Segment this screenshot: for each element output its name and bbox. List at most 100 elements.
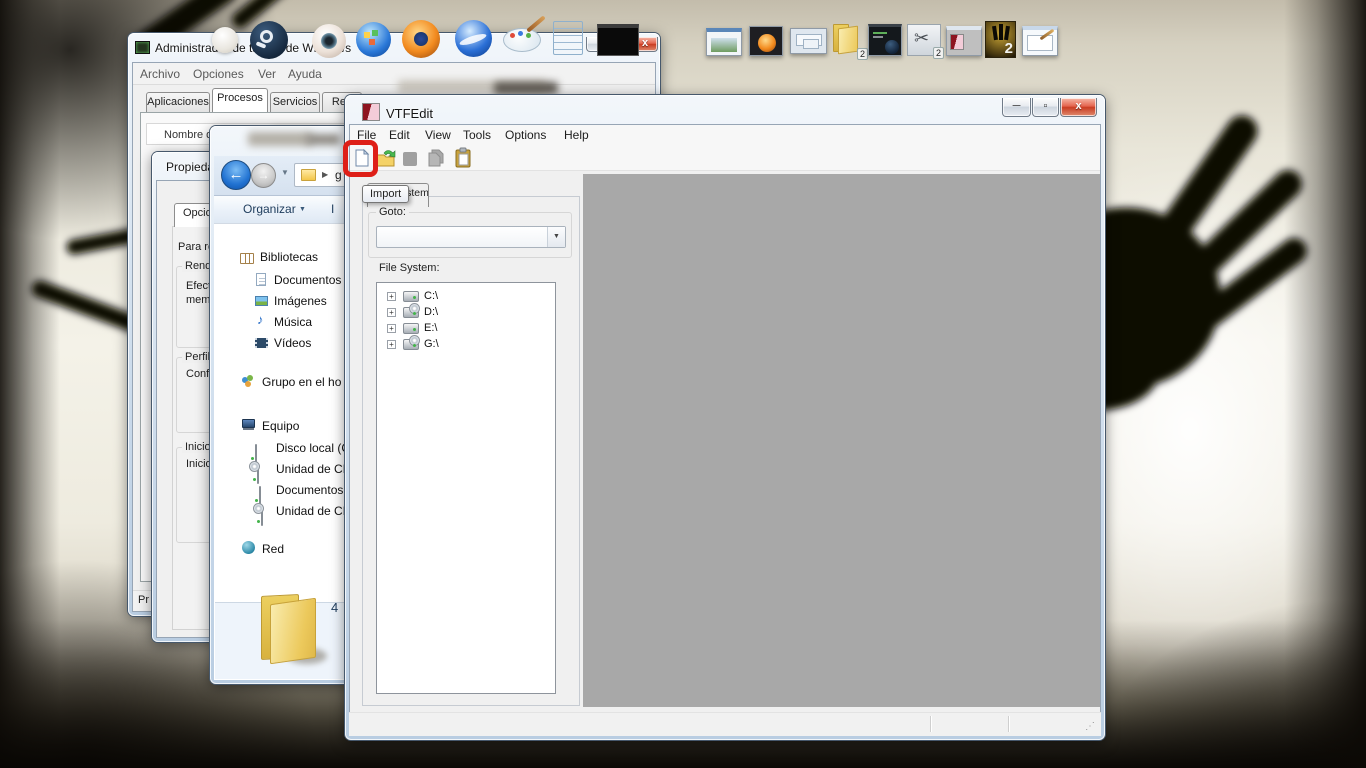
copy-button-disabled bbox=[428, 149, 444, 167]
sidebar-item-imagenes[interactable]: Imágenes bbox=[274, 294, 327, 308]
steam-console-thumb[interactable] bbox=[868, 24, 902, 56]
include-menu-button[interactable]: I bbox=[331, 202, 334, 216]
drive-label[interactable]: G:\ bbox=[424, 338, 439, 350]
eye-icon[interactable] bbox=[312, 24, 346, 58]
taskmgr-tab-aplicaciones[interactable]: Aplicaciones bbox=[146, 92, 210, 112]
tree-row-d[interactable]: + D:\ bbox=[377, 303, 555, 320]
vtfedit-maximize-button[interactable]: ▫ bbox=[1032, 98, 1059, 117]
statusbar-separator bbox=[1008, 716, 1009, 732]
sidebar-item-red[interactable]: Red bbox=[262, 542, 284, 556]
expand-icon[interactable]: + bbox=[387, 324, 396, 333]
save-button-disabled bbox=[403, 152, 417, 166]
network-icon bbox=[242, 541, 255, 554]
taskmgr-tab-servicios[interactable]: Servicios bbox=[270, 92, 320, 112]
media-globe-icon[interactable] bbox=[356, 22, 391, 57]
sidebar-item-equipo[interactable]: Equipo bbox=[262, 419, 299, 433]
include-label: I bbox=[331, 202, 335, 216]
vtfedit-menu-options[interactable]: Options bbox=[505, 128, 546, 142]
installer-window-thumb[interactable] bbox=[790, 28, 827, 54]
sidebar-item-musica[interactable]: Música bbox=[274, 315, 312, 329]
resize-grip[interactable]: ⋰ bbox=[1085, 721, 1095, 732]
cd-drive-icon bbox=[261, 507, 263, 526]
drive-label[interactable]: C:\ bbox=[424, 290, 438, 302]
censored-text-blur bbox=[494, 82, 558, 94]
statusbar-separator bbox=[930, 716, 931, 732]
nav-dropdown-chevron-icon[interactable]: ▼ bbox=[281, 168, 289, 177]
expand-icon[interactable]: + bbox=[387, 292, 396, 301]
expand-icon[interactable]: + bbox=[387, 308, 396, 317]
hdd-drive-icon bbox=[403, 291, 419, 302]
vtfedit-menu-edit[interactable]: Edit bbox=[389, 128, 410, 142]
tree-row-g[interactable]: + G:\ bbox=[377, 335, 555, 352]
organize-label: Organizar bbox=[243, 202, 296, 216]
minimize-icon: ─ bbox=[1012, 100, 1021, 112]
videos-icon bbox=[255, 338, 268, 348]
sidebar-item-grupo-hogar[interactable]: Grupo en el ho bbox=[262, 375, 341, 389]
vtfedit-window-thumb[interactable] bbox=[946, 26, 982, 56]
combobox-dropdown-button[interactable]: ▼ bbox=[547, 227, 565, 247]
goto-combobox[interactable]: ▼ bbox=[376, 226, 566, 248]
sidebar-item-documentos-disk[interactable]: Documentos bbox=[276, 483, 343, 497]
sidebar-item-unidad-cd-2[interactable]: Unidad de CD bbox=[276, 504, 351, 518]
vtfedit-app-icon bbox=[362, 103, 380, 121]
steam-icon[interactable] bbox=[250, 21, 288, 59]
organize-chevron-icon: ▼ bbox=[299, 206, 306, 213]
import-tooltip: Import bbox=[362, 185, 410, 203]
drive-label[interactable]: D:\ bbox=[424, 306, 438, 318]
sidebar-item-documentos[interactable]: Documentos bbox=[274, 273, 341, 287]
organize-menu-button[interactable]: Organizar ▼ bbox=[243, 202, 306, 216]
cd-drive-icon bbox=[257, 465, 259, 484]
vtfedit-menu-tools[interactable]: Tools bbox=[463, 128, 491, 142]
forward-button[interactable]: → bbox=[251, 163, 276, 188]
paint-window-thumb[interactable] bbox=[1022, 26, 1058, 56]
firefox-icon[interactable] bbox=[402, 20, 440, 58]
white-orb-icon[interactable] bbox=[212, 27, 238, 53]
paste-button[interactable] bbox=[453, 147, 473, 169]
taskmgr-status-text: Pr bbox=[138, 594, 149, 606]
close-icon: x bbox=[1075, 100, 1082, 112]
drive-label[interactable]: E:\ bbox=[424, 322, 437, 334]
left4dead2-icon[interactable]: 2 bbox=[985, 21, 1016, 58]
desktop-window-thumb[interactable] bbox=[706, 28, 742, 56]
sidebar-item-bibliotecas[interactable]: Bibliotecas bbox=[260, 250, 318, 264]
folder-dock-icon[interactable]: 2 bbox=[830, 22, 868, 60]
folder-preview-icon bbox=[253, 592, 329, 668]
firefox-window-thumb[interactable] bbox=[749, 26, 783, 56]
vtfedit-minimize-button[interactable]: ─ bbox=[1002, 98, 1031, 117]
paint-palette-icon[interactable] bbox=[503, 15, 546, 54]
back-button[interactable]: ← bbox=[221, 160, 251, 190]
snipping-tool-icon[interactable]: ✂ 2 bbox=[907, 24, 944, 59]
vtfedit-menu-view[interactable]: View bbox=[425, 128, 451, 142]
cd-drive-icon bbox=[403, 303, 420, 318]
command-prompt-icon[interactable] bbox=[597, 24, 639, 56]
l4d2-number: 2 bbox=[1004, 40, 1013, 57]
sidebar-item-unidad-cd[interactable]: Unidad de CD bbox=[276, 462, 351, 476]
filesystem-label: File System: bbox=[376, 262, 443, 274]
vtfedit-close-button[interactable]: x bbox=[1060, 98, 1097, 117]
filesystem-tree[interactable]: + C:\ + D:\ + E:\ + G:\ bbox=[376, 282, 556, 694]
hdd-drive-icon bbox=[403, 323, 419, 334]
goto-label: Goto: bbox=[376, 206, 409, 218]
expand-icon[interactable]: + bbox=[387, 340, 396, 349]
sidebar-item-disco-local[interactable]: Disco local (C bbox=[276, 441, 350, 455]
taskmgr-tab-procesos[interactable]: Procesos bbox=[212, 88, 268, 112]
google-earth-icon[interactable] bbox=[455, 20, 492, 57]
tree-row-e[interactable]: + E:\ bbox=[377, 321, 555, 336]
tree-row-c[interactable]: + C:\ bbox=[377, 289, 555, 304]
forward-arrow-icon: → bbox=[257, 168, 270, 182]
desktop: Administrador de tareas de Windows x Arc… bbox=[0, 0, 1366, 768]
sidebar-item-videos[interactable]: Vídeos bbox=[274, 336, 311, 350]
censored-title-blur bbox=[248, 132, 312, 146]
properties-line: Inicio bbox=[186, 458, 212, 470]
vtfedit-statusbar bbox=[349, 712, 1101, 736]
address-folder-icon bbox=[301, 169, 316, 181]
notepad-icon[interactable] bbox=[553, 21, 583, 55]
vtfedit-title: VTFEdit bbox=[386, 106, 433, 121]
vtfedit-menu-help[interactable]: Help bbox=[564, 128, 589, 142]
address-text[interactable]: g bbox=[335, 168, 342, 182]
breadcrumb-arrow-icon[interactable]: ▶ bbox=[322, 170, 328, 179]
back-arrow-icon: ← bbox=[228, 166, 244, 183]
censored-title-blur bbox=[306, 134, 340, 145]
dock: 2 ✂ 2 2 bbox=[0, 0, 1366, 80]
cd-drive-icon bbox=[403, 335, 420, 350]
